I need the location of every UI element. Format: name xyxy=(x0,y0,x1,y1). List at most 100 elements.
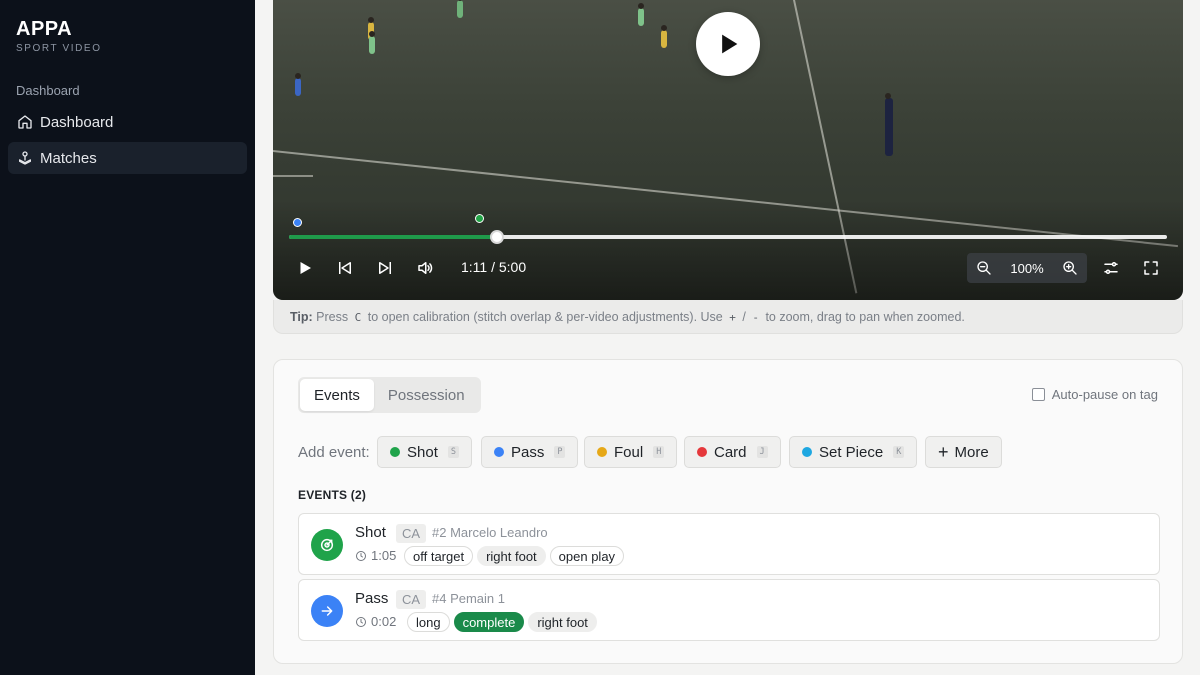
skip-forward-button[interactable] xyxy=(375,258,395,278)
sidebar-item-dashboard[interactable]: Dashboard xyxy=(8,106,247,138)
event-tag: open play xyxy=(549,546,625,566)
tip-bar: Tip: Press C to open calibration (stitch… xyxy=(273,300,1183,334)
brand-title: APPA xyxy=(16,18,73,40)
team-badge: CA xyxy=(396,524,427,543)
foul-color-dot xyxy=(597,447,607,457)
big-play-button[interactable] xyxy=(696,12,760,76)
player-figure xyxy=(457,0,463,18)
zoom-in-icon xyxy=(1063,261,1077,275)
player-figure xyxy=(295,73,301,96)
button-label: Foul xyxy=(614,443,644,461)
kbd-key: - xyxy=(752,311,759,324)
goal-line xyxy=(273,175,313,177)
event-time: 0:02 xyxy=(355,614,396,629)
events-count-title: EVENTS (2) xyxy=(298,488,367,502)
kbd-key: + xyxy=(729,311,736,324)
nav-heading: Dashboard xyxy=(16,83,80,98)
add-card-button[interactable]: Card J xyxy=(684,436,781,468)
zoom-control: 100% xyxy=(967,253,1087,283)
event-tags: long complete right foot xyxy=(407,612,597,632)
shortcut-key: H xyxy=(653,446,665,458)
play-icon xyxy=(722,34,738,54)
pass-color-dot xyxy=(494,447,504,457)
card-color-dot xyxy=(697,447,707,457)
add-pass-button[interactable]: Pass P xyxy=(481,436,579,468)
event-tag: long xyxy=(407,612,450,632)
kbd-key: C xyxy=(354,311,362,324)
sidebar: APPA SPORT VIDEO Dashboard Dashboard Mat… xyxy=(0,0,255,675)
volume-icon xyxy=(418,262,433,274)
fullscreen-button[interactable] xyxy=(1141,258,1161,278)
more-events-button[interactable]: + More xyxy=(925,436,1002,468)
player-figure xyxy=(638,3,644,26)
brand-subtitle: SPORT VIDEO xyxy=(16,43,102,54)
player-figure xyxy=(661,25,667,48)
joystick-icon xyxy=(17,150,33,166)
skip-forward-icon xyxy=(379,262,391,274)
shortcut-key: P xyxy=(554,446,566,458)
controls-shade xyxy=(273,200,1183,300)
tip-text: to open calibration (stitch overlap & pe… xyxy=(367,310,723,324)
player-name: #2 Marcelo Leandro xyxy=(432,525,548,540)
event-tag: right foot xyxy=(528,612,597,632)
event-card-pass[interactable]: Pass CA #4 Pemain 1 0:02 long complete r… xyxy=(298,579,1160,641)
tip-text: Press xyxy=(316,310,349,324)
sidebar-item-matches[interactable]: Matches xyxy=(8,142,247,174)
button-label: Shot xyxy=(407,443,438,461)
shortcut-key: S xyxy=(447,446,459,458)
tip-label: Tip: xyxy=(290,310,313,324)
timeline-track[interactable] xyxy=(289,214,1167,244)
button-label: Set Piece xyxy=(819,443,884,461)
target-icon xyxy=(311,529,343,561)
event-type: Pass xyxy=(355,590,389,607)
add-event-label: Add event: xyxy=(298,444,370,461)
panel-tabs: Events Possession xyxy=(298,377,481,413)
settings-button[interactable] xyxy=(1101,258,1121,278)
player-name: #4 Pemain 1 xyxy=(432,591,505,606)
tip-text: to zoom, drag to pan when zoomed. xyxy=(765,310,965,324)
plus-icon: + xyxy=(938,442,949,462)
add-shot-button[interactable]: Shot S xyxy=(377,436,472,468)
arrow-right-icon xyxy=(311,595,343,627)
play-button[interactable] xyxy=(295,258,315,278)
tab-possession[interactable]: Possession xyxy=(374,379,479,411)
event-marker-blue[interactable] xyxy=(292,218,302,227)
tip-text: / xyxy=(742,310,746,324)
events-panel: Events Possession Auto-pause on tag Add … xyxy=(273,359,1183,664)
add-set-piece-button[interactable]: Set Piece K xyxy=(789,436,918,468)
button-label: More xyxy=(954,443,989,461)
button-label: Pass xyxy=(511,443,545,461)
event-tag: off target xyxy=(404,546,474,566)
auto-pause-checkbox[interactable] xyxy=(1031,388,1045,401)
brand-logo[interactable]: APPA SPORT VIDEO xyxy=(16,18,102,54)
video-player[interactable]: 1:11 / 5:00 100% xyxy=(273,0,1183,300)
timeline-scrubber[interactable] xyxy=(490,230,505,244)
play-icon xyxy=(300,262,311,274)
event-tags: off target right foot open play xyxy=(404,546,625,566)
event-time: 1:05 xyxy=(355,548,396,563)
event-type: Shot xyxy=(355,524,386,541)
event-card-shot[interactable]: Shot CA #2 Marcelo Leandro 1:05 off targ… xyxy=(298,513,1160,575)
button-label: Card xyxy=(714,443,747,461)
add-foul-button[interactable]: Foul H xyxy=(584,436,678,468)
skip-back-button[interactable] xyxy=(335,258,355,278)
sidebar-item-label: Dashboard xyxy=(40,113,114,131)
sidebar-item-label: Matches xyxy=(40,149,97,167)
clock-icon xyxy=(356,550,366,561)
set-piece-color-dot xyxy=(802,447,812,457)
tab-events[interactable]: Events xyxy=(300,379,374,411)
home-icon xyxy=(17,114,33,130)
shortcut-key: K xyxy=(893,446,905,458)
fullscreen-icon xyxy=(1144,261,1158,275)
shortcut-key: J xyxy=(756,446,768,458)
time-display: 1:11 / 5:00 xyxy=(461,259,527,275)
auto-pause-label: Auto-pause on tag xyxy=(1051,387,1158,402)
zoom-out-button[interactable] xyxy=(975,259,993,277)
event-tag: complete xyxy=(453,612,525,632)
event-tag: right foot xyxy=(477,546,546,566)
zoom-in-button[interactable] xyxy=(1061,259,1079,277)
auto-pause-toggle[interactable]: Auto-pause on tag xyxy=(1031,387,1158,402)
event-time-value: 1:05 xyxy=(371,548,397,563)
zoom-out-icon xyxy=(977,261,991,275)
volume-button[interactable] xyxy=(415,258,435,278)
